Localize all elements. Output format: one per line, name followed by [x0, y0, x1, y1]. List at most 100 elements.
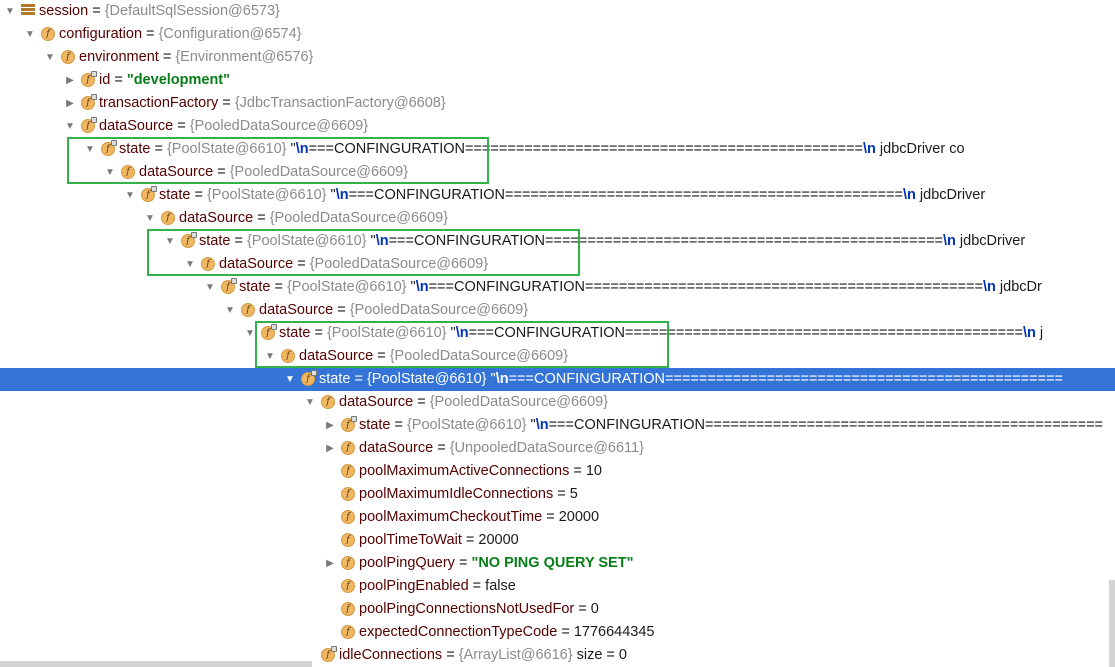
- tree-row[interactable]: ▼ f dataSource = {PooledDataSource@6609}: [0, 207, 1115, 230]
- primitive-value: = 5: [553, 486, 578, 502]
- variable-type: {PoolState@6610}: [406, 417, 527, 433]
- tree-row[interactable]: ▼ f environment = {Environment@6576}: [0, 46, 1115, 69]
- variable-name: state: [279, 325, 311, 341]
- collapse-arrow-icon[interactable]: ▼: [124, 184, 136, 207]
- field-icon: f: [341, 510, 355, 524]
- field-icon: f: [141, 186, 157, 202]
- field-icon: f: [281, 349, 295, 363]
- expand-arrow-icon[interactable]: ▶: [64, 92, 76, 115]
- collapse-arrow-icon[interactable]: ▼: [4, 0, 16, 23]
- collapse-arrow-icon[interactable]: ▼: [24, 23, 36, 46]
- tree-row[interactable]: ▼ f state = {PoolState@6610} "\n===CONFING…: [0, 138, 1115, 161]
- horizontal-scrollbar[interactable]: [0, 661, 312, 667]
- tree-row[interactable]: ▼ f dataSource = {PooledDataSource@6609}: [0, 161, 1115, 184]
- tree-row[interactable]: ▼ f state = {PoolState@6610} "\n===CONFING…: [0, 322, 1115, 345]
- field-icon: f: [161, 211, 175, 225]
- variable-type: {Configuration@6574}: [158, 26, 302, 42]
- variable-text: poolPingConnectionsNotUsedFor = 0: [359, 598, 599, 621]
- expand-arrow-icon[interactable]: ▶: [324, 437, 336, 460]
- field-icon: f: [81, 94, 97, 110]
- tree-row[interactable]: f expectedConnectionTypeCode = 1776644345: [0, 621, 1115, 644]
- string-open: ": [286, 141, 296, 157]
- vertical-scrollbar[interactable]: [1109, 580, 1115, 667]
- tree-row[interactable]: ▶ f transactionFactory = {JdbcTransactionF…: [0, 92, 1115, 115]
- variable-name: poolMaximumActiveConnections: [359, 463, 570, 479]
- string-open: ": [526, 417, 536, 433]
- equals-sign: =: [270, 279, 287, 295]
- equals-sign: =: [333, 302, 350, 318]
- variable-name: dataSource: [139, 164, 214, 180]
- variable-text: dataSource = {PooledDataSource@6609}: [299, 345, 568, 368]
- tree-row[interactable]: ▼ f state = {PoolState@6610} "\n===CONFING…: [0, 184, 1115, 207]
- variable-name: configuration: [59, 26, 143, 42]
- collapse-arrow-icon[interactable]: ▼: [204, 276, 216, 299]
- tree-row[interactable]: f poolMaximumIdleConnections = 5: [0, 483, 1115, 506]
- expand-arrow-icon[interactable]: ▶: [324, 414, 336, 437]
- collapse-arrow-icon[interactable]: ▼: [64, 115, 76, 138]
- expand-arrow-icon[interactable]: ▶: [64, 69, 76, 92]
- collapse-arrow-icon[interactable]: ▼: [224, 299, 236, 322]
- collapse-arrow-icon[interactable]: ▼: [244, 322, 256, 345]
- tree-row[interactable]: ▼ f dataSource = {PooledDataSource@6609}: [0, 345, 1115, 368]
- string-content: ===CONFINGURATION=======================…: [388, 233, 944, 249]
- string-open: ": [326, 187, 336, 203]
- collapse-arrow-icon[interactable]: ▼: [84, 138, 96, 161]
- tree-row[interactable]: f poolTimeToWait = 20000: [0, 529, 1115, 552]
- escape-sequence: \n: [495, 371, 509, 387]
- string-content: ===CONFINGURATION=======================…: [508, 371, 1064, 387]
- variables-tree: ▼ session = {DefaultSqlSession@6573} ▼ f con…: [0, 0, 1115, 667]
- variable-text: state = {PoolState@6610} "\n===CONFINGUR…: [119, 138, 965, 161]
- escape-sequence: \n: [863, 141, 876, 157]
- tree-row[interactable]: ▼ f state = {PoolState@6610} "\n===CONFING…: [0, 276, 1115, 299]
- variable-type: {PoolState@6610}: [246, 233, 367, 249]
- collapse-arrow-icon[interactable]: ▼: [284, 368, 296, 391]
- collapse-arrow-icon[interactable]: ▼: [104, 161, 116, 184]
- tree-row[interactable]: ▶ f poolPingQuery = "NO PING QUERY SET": [0, 552, 1115, 575]
- variable-text: dataSource = {PooledDataSource@6609}: [179, 207, 448, 230]
- field-icon: f: [261, 324, 277, 340]
- field-icon: f: [241, 303, 255, 317]
- tree-row[interactable]: ▼ session = {DefaultSqlSession@6573}: [0, 0, 1115, 23]
- tree-row[interactable]: f poolMaximumActiveConnections = 10: [0, 460, 1115, 483]
- variable-type: {ArrayList@6616}: [458, 647, 573, 663]
- tree-row[interactable]: ▼ f dataSource = {PooledDataSource@6609}: [0, 115, 1115, 138]
- tree-row[interactable]: ▼ f dataSource = {PooledDataSource@6609}: [0, 391, 1115, 414]
- equals-sign: =: [218, 95, 235, 111]
- variable-type: {PooledDataSource@6609}: [269, 210, 449, 226]
- variable-text: environment = {Environment@6576}: [79, 46, 313, 69]
- tree-row[interactable]: ▼ f dataSource = {PooledDataSource@6609}: [0, 253, 1115, 276]
- tree-row[interactable]: ▼ f configuration = {Configuration@6574}: [0, 23, 1115, 46]
- escape-sequence: \n: [375, 233, 389, 249]
- variable-text: transactionFactory = {JdbcTransactionFac…: [99, 92, 446, 115]
- variable-text: dataSource = {PooledDataSource@6609}: [339, 391, 608, 414]
- tree-row[interactable]: ▶ f dataSource = {UnpooledDataSource@6611}: [0, 437, 1115, 460]
- collapse-arrow-icon[interactable]: ▼: [264, 345, 276, 368]
- tree-row[interactable]: f poolPingConnectionsNotUsedFor = 0: [0, 598, 1115, 621]
- expand-arrow-icon[interactable]: ▶: [324, 552, 336, 575]
- variable-text: poolMaximumActiveConnections = 10: [359, 460, 602, 483]
- field-icon: f: [341, 533, 355, 547]
- tree-row[interactable]: ▶ f state = {PoolState@6610} "\n===CONFING…: [0, 414, 1115, 437]
- collapse-arrow-icon[interactable]: ▼: [164, 230, 176, 253]
- equals-sign: =: [442, 647, 459, 663]
- variable-name: state: [359, 417, 391, 433]
- variable-type: {JdbcTransactionFactory@6608}: [234, 95, 446, 111]
- collapse-arrow-icon[interactable]: ▼: [44, 46, 56, 69]
- tree-row[interactable]: f poolPingEnabled = false: [0, 575, 1115, 598]
- tree-row[interactable]: ▶ f id = "development": [0, 69, 1115, 92]
- collapse-arrow-icon[interactable]: ▼: [144, 207, 156, 230]
- primitive-value: = 20000: [542, 509, 600, 525]
- collapse-arrow-icon[interactable]: ▼: [304, 391, 316, 414]
- string-content: j: [1035, 325, 1044, 341]
- tree-row[interactable]: ▼ f dataSource = {PooledDataSource@6609}: [0, 299, 1115, 322]
- collapse-arrow-icon[interactable]: ▼: [184, 253, 196, 276]
- field-icon: f: [201, 257, 215, 271]
- variable-text: dataSource = {UnpooledDataSource@6611}: [359, 437, 644, 460]
- tree-row[interactable]: ▼ f state = {PoolState@6610} "\n===CONFING…: [0, 368, 1115, 391]
- variable-text: expectedConnectionTypeCode = 1776644345: [359, 621, 654, 644]
- variable-type: {PooledDataSource@6609}: [349, 302, 529, 318]
- tree-row[interactable]: ▼ f state = {PoolState@6610} "\n===CONFING…: [0, 230, 1115, 253]
- variable-type: {PoolState@6610}: [286, 279, 407, 295]
- variable-text: state = {PoolState@6610} "\n===CONFINGUR…: [239, 276, 1042, 299]
- tree-row[interactable]: f poolMaximumCheckoutTime = 20000: [0, 506, 1115, 529]
